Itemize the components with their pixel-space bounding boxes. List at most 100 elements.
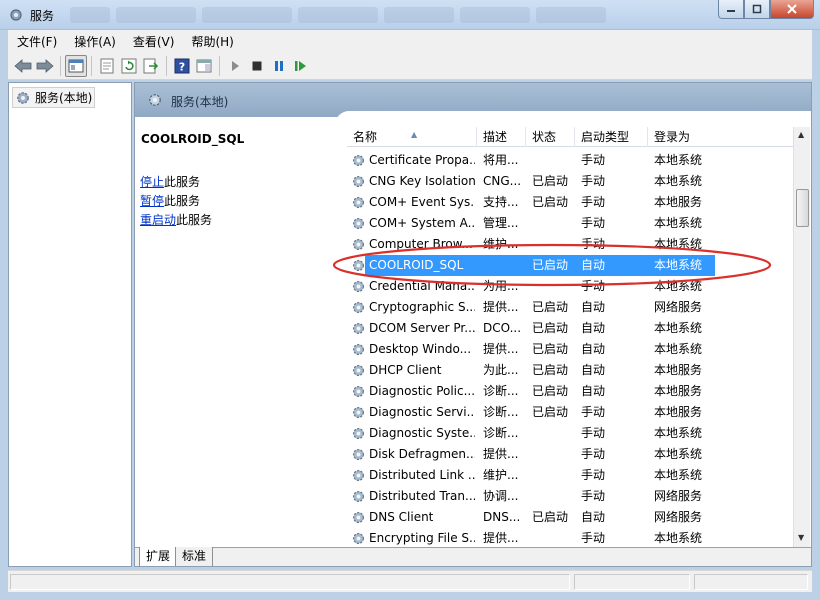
service-desc: 诊断...: [483, 384, 519, 398]
menu-help[interactable]: 帮助(H): [182, 33, 241, 50]
tab-extended[interactable]: 扩展: [139, 547, 178, 566]
service-status: [532, 486, 576, 507]
stop-service-button[interactable]: [246, 55, 268, 77]
service-logon: 本地系统: [654, 426, 703, 440]
service-row[interactable]: DNS Client DNS... 已启动 自动 网络服务: [347, 507, 797, 528]
gear-icon: [17, 91, 29, 104]
service-row[interactable]: Encrypting File S... 提供... 手动 本地系统: [347, 528, 797, 549]
stop-icon: [252, 61, 262, 70]
scroll-down-icon[interactable]: ▼: [798, 533, 804, 542]
console-tree-pane: 服务(本地): [8, 82, 132, 567]
service-status: 已启动: [532, 510, 569, 524]
service-logon: 本地系统: [654, 531, 703, 545]
service-startup: 自动: [581, 258, 606, 272]
service-row[interactable]: Disk Defragmen... 提供... 手动 本地系统: [347, 444, 797, 465]
maximize-button[interactable]: [744, 0, 770, 19]
column-header-name[interactable]: ▲ 名称: [347, 127, 477, 147]
toolbar-separator: [166, 55, 167, 76]
start-service-button[interactable]: [224, 55, 246, 77]
scroll-up-icon[interactable]: ▲: [798, 130, 804, 139]
service-row[interactable]: Distributed Link ... 维护... 手动 本地系统: [347, 465, 797, 486]
service-row[interactable]: COM+ System A... 管理... 手动 本地系统: [347, 213, 797, 234]
service-row[interactable]: Credential Mana... 为用... 手动 本地系统: [347, 276, 797, 297]
column-header-logon[interactable]: 登录为: [648, 127, 797, 147]
toolbar-separator: [91, 55, 92, 76]
selected-service-name: COOLROID_SQL: [141, 132, 245, 146]
gear-icon: [353, 533, 364, 544]
window-title: 服务: [30, 9, 55, 23]
service-row[interactable]: COOLROID_SQL 已启动 自动 本地系统: [347, 255, 797, 276]
back-button[interactable]: [12, 55, 34, 77]
service-logon: 本地系统: [654, 321, 703, 335]
gear-icon: [353, 407, 364, 418]
stop-service-link[interactable]: 停止: [140, 175, 164, 189]
service-startup: 手动: [581, 468, 606, 482]
scroll-thumb[interactable]: [796, 189, 809, 227]
menu-action[interactable]: 操作(A): [65, 33, 124, 50]
action-stop: 停止此服务: [140, 173, 200, 190]
service-row[interactable]: DHCP Client 为此... 已启动 自动 本地服务: [347, 360, 797, 381]
gear-icon: [353, 386, 364, 397]
console-tree-button[interactable]: [65, 54, 87, 77]
export-list-button[interactable]: [96, 55, 118, 77]
view-tabs: 扩展 标准: [135, 547, 811, 566]
tree-node-services-local[interactable]: 服务(本地): [12, 87, 96, 108]
gear-icon: [353, 155, 364, 166]
menu-file[interactable]: 文件(F): [8, 33, 65, 50]
action-text: 此服务: [164, 194, 201, 208]
service-status: 已启动: [532, 342, 569, 356]
service-desc: 支持...: [483, 195, 519, 209]
service-row[interactable]: DCOM Server Pr... DCO... 已启动 自动 本地系统: [347, 318, 797, 339]
view-icon: [196, 59, 212, 72]
service-desc: 提供...: [483, 531, 519, 545]
service-row[interactable]: Desktop Windo... 提供... 已启动 自动 本地系统: [347, 339, 797, 360]
service-status: 已启动: [532, 195, 569, 209]
service-logon: 本地系统: [654, 258, 703, 272]
service-row[interactable]: Distributed Tran... 协调... 手动 网络服务: [347, 486, 797, 507]
pause-service-link[interactable]: 暂停: [140, 194, 164, 208]
service-desc: 将用...: [483, 153, 519, 167]
tab-standard[interactable]: 标准: [175, 547, 214, 566]
service-logon: 网络服务: [654, 300, 703, 314]
service-status: [532, 150, 576, 171]
column-header-startup-type[interactable]: 启动类型: [575, 127, 648, 147]
help-button[interactable]: ?: [171, 55, 193, 77]
forward-button[interactable]: [34, 55, 56, 77]
service-name: Encrypting File S...: [369, 531, 475, 545]
minimize-button[interactable]: [718, 0, 744, 19]
minimize-icon: [727, 10, 735, 12]
menu-view[interactable]: 查看(V): [124, 33, 183, 50]
service-startup: 手动: [581, 216, 606, 230]
close-button[interactable]: [770, 0, 814, 19]
restart-service-button[interactable]: [290, 55, 312, 77]
menu-bar: 文件(F) 操作(A) 查看(V) 帮助(H): [8, 30, 812, 52]
export-button[interactable]: [140, 55, 162, 77]
service-name: Credential Mana...: [369, 279, 475, 293]
service-row[interactable]: Cryptographic S... 提供... 已启动 自动 网络服务: [347, 297, 797, 318]
service-status: [532, 213, 576, 234]
column-header-status[interactable]: 状态: [526, 127, 575, 147]
service-row[interactable]: Diagnostic Servi... 诊断... 已启动 手动 本地服务: [347, 402, 797, 423]
service-logon: 本地系统: [654, 216, 703, 230]
service-name: COOLROID_SQL: [369, 258, 464, 272]
service-row[interactable]: CNG Key Isolation CNG... 已启动 手动 本地系统: [347, 171, 797, 192]
service-status: [532, 528, 576, 549]
service-row[interactable]: COM+ Event Sys... 支持... 已启动 手动 本地服务: [347, 192, 797, 213]
view-button[interactable]: [193, 55, 215, 77]
service-startup: 手动: [581, 405, 606, 419]
service-row[interactable]: Certificate Propa... 将用... 手动 本地系统: [347, 150, 797, 171]
vertical-scrollbar[interactable]: ▲ ▼: [793, 127, 810, 547]
service-name: Disk Defragmen...: [369, 447, 475, 461]
service-row[interactable]: Computer Brow... 维护... 手动 本地系统: [347, 234, 797, 255]
restart-service-link[interactable]: 重启动: [140, 213, 176, 227]
pause-service-button[interactable]: [268, 55, 290, 77]
gear-icon: [353, 470, 364, 481]
service-desc: CNG...: [483, 174, 522, 188]
gear-icon: [353, 323, 364, 334]
column-header-description[interactable]: 描述: [477, 127, 526, 147]
pane-header-title: 服务(本地): [171, 95, 229, 109]
service-row[interactable]: Diagnostic Polic... 诊断... 已启动 自动 本地服务: [347, 381, 797, 402]
service-desc: 诊断...: [483, 405, 519, 419]
refresh-button[interactable]: [118, 55, 140, 77]
service-row[interactable]: Diagnostic Syste... 诊断... 手动 本地系统: [347, 423, 797, 444]
